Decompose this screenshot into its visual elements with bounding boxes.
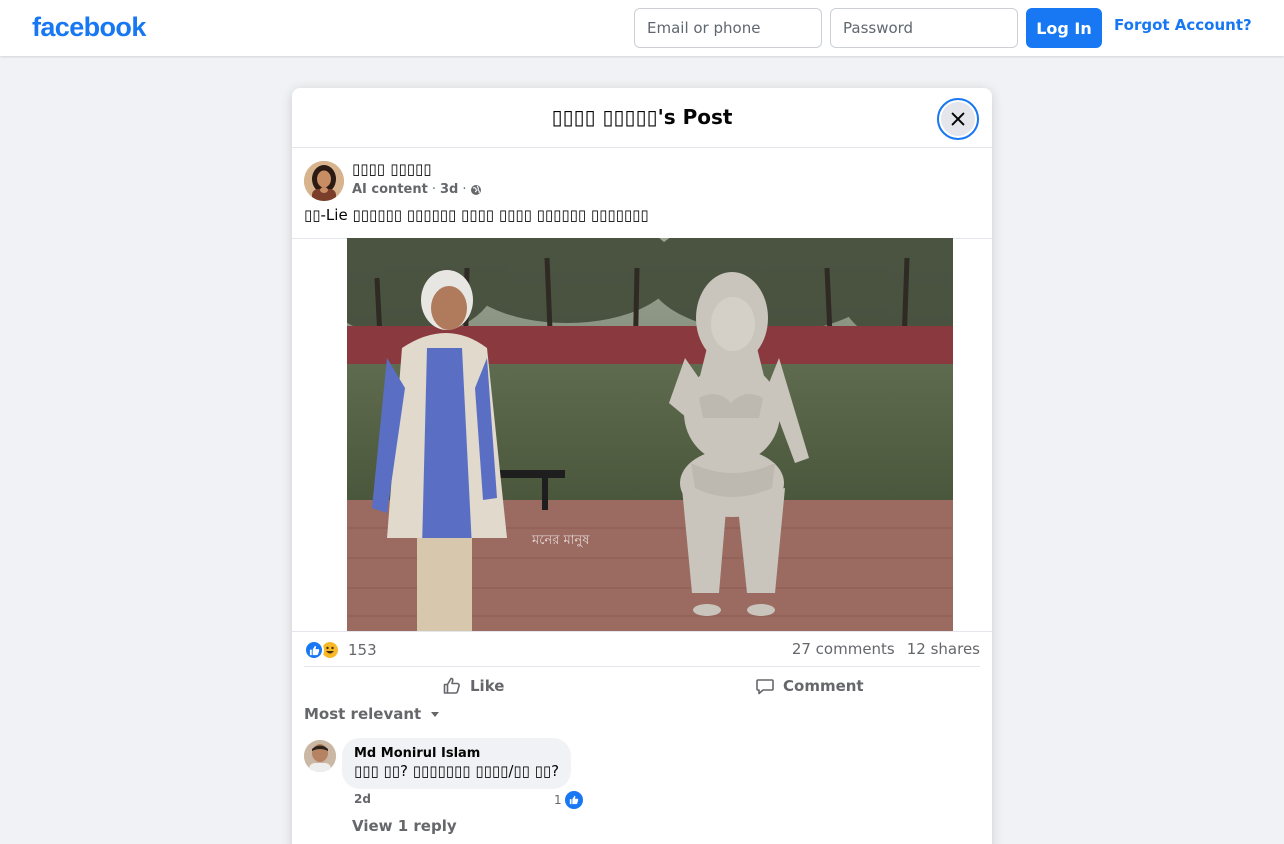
close-button[interactable]: [937, 98, 979, 140]
like-label: Like: [470, 677, 505, 695]
author-avatar-image: [304, 161, 344, 201]
image-watermark: মনের মানুষ: [531, 533, 590, 548]
forgot-account-link[interactable]: Forgot Account?: [1114, 16, 1252, 34]
comment-time[interactable]: 2d: [354, 792, 371, 806]
password-input[interactable]: [830, 8, 1018, 48]
like-reaction-icon: [304, 640, 324, 660]
reaction-count: 153: [348, 641, 377, 659]
post-image[interactable]: মনের মানুষ: [347, 238, 953, 632]
login-button[interactable]: Log In: [1026, 8, 1102, 48]
comment-text: ▯▯▯ ▯▯? ▯▯▯▯▯▯▯ ▯▯▯▯/▯▯ ▯▯?: [354, 762, 560, 780]
post-text: ▯▯-Lie ▯▯▯▯▯▯ ▯▯▯▯▯▯ ▯▯▯▯ ▯▯▯▯ ▯▯▯▯▯▯ ▯▯…: [304, 206, 649, 224]
comment-like-count: 1: [554, 793, 562, 807]
like-button[interactable]: Like: [442, 670, 504, 702]
sort-label: Most relevant: [304, 705, 422, 723]
post-modal: ▯▯▯▯ ▯▯▯▯▯'s Post ▯▯▯▯ ▯▯▯▯▯ AI content …: [292, 88, 992, 844]
comment-bubble: Md Monirul Islam ▯▯▯ ▯▯? ▯▯▯▯▯▯▯ ▯▯▯▯/▯▯…: [342, 738, 572, 789]
post-time[interactable]: 3d: [440, 182, 458, 197]
commenter-avatar-image: [304, 740, 336, 772]
modal-title: ▯▯▯▯ ▯▯▯▯▯'s Post: [551, 105, 733, 129]
comment-reactions[interactable]: 1: [554, 791, 583, 809]
ai-content-label[interactable]: AI content: [352, 182, 428, 197]
shares-count[interactable]: 12 shares: [907, 640, 980, 658]
top-bar: facebook Log In Forgot Account?: [0, 0, 1284, 56]
meta-separator: ·: [431, 182, 436, 197]
engagement-counts: 27 comments 12 shares: [792, 640, 980, 658]
commenter-avatar[interactable]: [304, 740, 336, 772]
comment-label: Comment: [783, 677, 864, 695]
comment-button[interactable]: Comment: [755, 670, 864, 702]
divider: [292, 631, 992, 632]
facebook-logo[interactable]: facebook: [32, 12, 146, 43]
comment-sort-dropdown[interactable]: Most relevant: [304, 705, 441, 723]
modal-header: ▯▯▯▯ ▯▯▯▯▯'s Post: [292, 88, 992, 148]
author-avatar[interactable]: [304, 161, 344, 201]
commenter-name[interactable]: Md Monirul Islam: [354, 746, 559, 762]
close-icon: [951, 112, 965, 126]
post-meta: AI content · 3d ·: [352, 182, 482, 197]
email-input[interactable]: [634, 8, 822, 48]
reactions-summary[interactable]: 153: [304, 640, 377, 660]
comments-count[interactable]: 27 comments: [792, 640, 895, 658]
divider: [304, 666, 980, 667]
author-name[interactable]: ▯▯▯▯ ▯▯▯▯▯: [352, 160, 432, 178]
comment-icon: [756, 679, 774, 695]
meta-separator: ·: [462, 182, 467, 197]
thumbs-up-icon: [443, 677, 460, 694]
view-replies-link[interactable]: View 1 reply: [352, 817, 457, 835]
globe-icon: [471, 184, 482, 195]
caret-down-icon: [431, 712, 440, 717]
comment-like-icon: [564, 791, 583, 809]
post-image-drawing: মনের মানুষ: [347, 238, 953, 632]
